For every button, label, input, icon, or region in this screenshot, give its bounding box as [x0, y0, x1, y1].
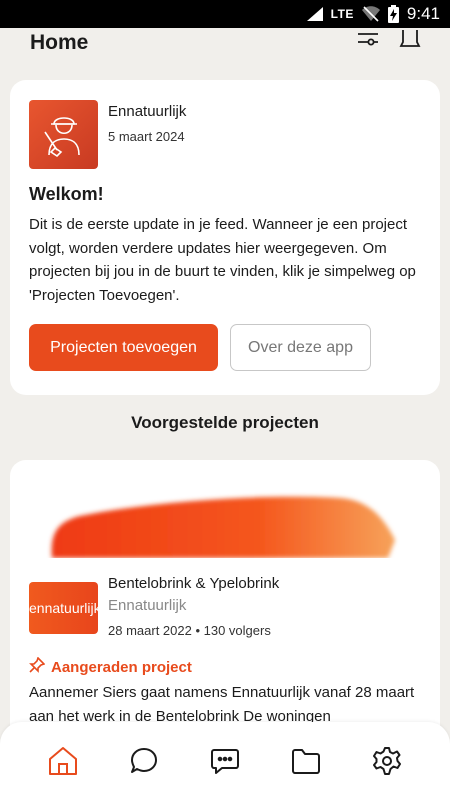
- worker-avatar-icon: [29, 100, 98, 169]
- page-title: Home: [30, 31, 89, 54]
- project-title: Bentelobrink & Ypelobrink: [108, 575, 280, 592]
- welcome-post-card: Ennatuurlijk 5 maart 2024 Welkom! Dit is…: [10, 80, 440, 395]
- nav-settings[interactable]: [365, 739, 409, 783]
- suggested-projects-title: Voorgestelde projecten: [131, 413, 319, 432]
- project-organization: Ennatuurlijk: [108, 597, 187, 614]
- signal-icon: [306, 7, 323, 21]
- filter-icon[interactable]: [356, 30, 380, 57]
- project-image: [51, 496, 395, 558]
- wifi-off-icon: [361, 6, 380, 22]
- project-logo: ennatuurlijk: [29, 582, 98, 634]
- nav-home[interactable]: [41, 739, 85, 783]
- post-author: Ennatuurlijk: [108, 103, 187, 120]
- pin-icon: [29, 656, 46, 677]
- status-bar: LTE 9:41: [0, 0, 450, 28]
- chat-icon: [130, 748, 157, 773]
- nav-chat[interactable]: [122, 739, 166, 783]
- project-description: Aannemer Siers gaat namens Ennatuurlijk …: [29, 684, 415, 725]
- settings-icon: [373, 747, 402, 775]
- welcome-title: Welkom!: [29, 184, 104, 204]
- network-label: LTE: [330, 7, 354, 21]
- suggested-project-card[interactable]: ennatuurlijk Bentelobrink & Ypelobrink E…: [10, 460, 440, 760]
- bottom-navigation: [0, 722, 450, 800]
- nav-folder[interactable]: [284, 739, 328, 783]
- battery-charging-icon: [387, 5, 399, 23]
- project-stats: 28 maart 2022 • 130 volgers: [108, 623, 271, 638]
- add-projects-button[interactable]: Projecten toevoegen: [29, 324, 218, 371]
- folder-icon: [292, 749, 321, 774]
- home-icon: [48, 747, 77, 775]
- welcome-body: Dit is de eerste update in je feed. Wann…: [29, 216, 416, 304]
- messages-icon: [210, 749, 239, 774]
- recommended-tag: Aangeraden project: [29, 656, 421, 677]
- clock: 9:41: [406, 4, 440, 23]
- app-header: Home: [0, 28, 450, 58]
- recommended-label: Aangeraden project: [51, 658, 192, 676]
- post-date: 5 maart 2024: [108, 129, 185, 144]
- bell-icon[interactable]: [398, 29, 422, 57]
- nav-messages[interactable]: [203, 739, 247, 783]
- about-app-button[interactable]: Over deze app: [230, 324, 371, 371]
